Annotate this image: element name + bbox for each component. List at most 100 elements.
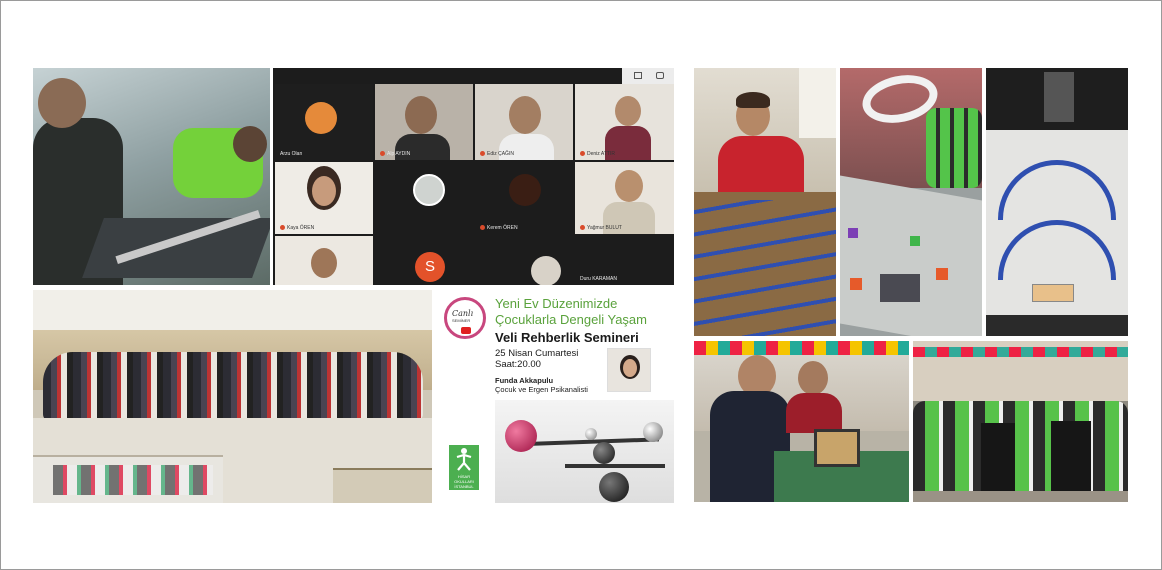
photo-mask-machine (986, 68, 1128, 336)
team-members (913, 401, 1128, 502)
robots-on-table (53, 465, 213, 495)
participant-name: Ediz ÇAĞIN (487, 151, 514, 157)
photo-competition-field (840, 68, 982, 336)
field-board (333, 468, 432, 503)
game-cube (936, 268, 948, 280)
speaker-face (623, 359, 637, 377)
lower-beam (565, 464, 665, 468)
poster-subtitle: Veli Rehberlik Semineri (495, 330, 639, 345)
silver-ball (643, 422, 663, 442)
participant-name: Duru KARAMAN (580, 276, 617, 282)
participant-face (405, 96, 437, 134)
balance-illustration (495, 400, 674, 503)
participant-name: Deniz ATTIR (587, 151, 615, 157)
game-cube (848, 228, 858, 238)
black-ball (593, 442, 615, 464)
field-floor (840, 175, 982, 336)
call-tile: Deniz ATTIR (575, 84, 674, 160)
participant-name: Yağmur BULUT (587, 225, 622, 231)
grid-icon (634, 72, 642, 79)
video-call-screenshot: Arzu Olan Alp AYDIN Ediz ÇAĞIN Deniz ATT… (273, 68, 674, 285)
participant-name: Arzu Olan (280, 151, 303, 157)
call-tile (475, 236, 573, 285)
call-tile: Kerem ÖREN (475, 162, 573, 234)
game-cube (850, 278, 862, 290)
seminar-poster: Canlı SEMİNER Yeni Ev Düzenimizde Çocukl… (435, 290, 674, 503)
photo-team-banner (913, 341, 1128, 502)
participant-face (311, 248, 337, 278)
floor (913, 491, 1128, 502)
bunting (694, 341, 909, 355)
photo-student-masks (694, 68, 836, 336)
photo-group (33, 290, 432, 503)
badge-sub: SEMİNER (452, 318, 471, 323)
participant-name: Kerem ÖREN (487, 225, 518, 231)
participant-face (312, 176, 336, 206)
participant-face (509, 96, 541, 134)
speaker-name: Funda Akkapulu (495, 376, 554, 385)
large-black-ball (599, 472, 629, 502)
person-figure-icon (456, 448, 472, 471)
call-tile: Yağmur BULUT (575, 162, 674, 234)
poster-title: Yeni Ev Düzenimizde Çocuklarla Dengeli Y… (495, 296, 647, 327)
school-logo: HİSAR OKULLARI İSTANBUL (449, 445, 479, 490)
participant-face (615, 96, 641, 126)
machine-base (986, 315, 1128, 336)
live-seminar-badge: Canlı SEMİNER (444, 297, 486, 339)
robot (814, 429, 860, 467)
cut-shield-shape (998, 220, 1116, 280)
game-cube (910, 236, 920, 246)
robot-frame (82, 218, 270, 278)
school-city: İSTANBUL (454, 484, 474, 489)
participant-avatar (531, 256, 561, 285)
participant-name: Kaya ÖREN (287, 225, 315, 231)
call-toolbar (622, 68, 674, 84)
robot (880, 274, 920, 302)
student-head (233, 126, 267, 162)
small-ball (585, 428, 597, 440)
call-tile: Ediz ÇAĞIN (475, 84, 573, 160)
call-tile: S (375, 236, 473, 285)
photo-robot-build (33, 68, 270, 285)
student-face (798, 361, 828, 395)
mic-off-icon (280, 225, 285, 231)
school-name: HİSAR OKULLARI (454, 474, 474, 484)
poster-datetime: 25 Nisan Cumartesi Saat:20.00 (495, 348, 578, 370)
student-hair (736, 92, 770, 108)
warning-label (1032, 284, 1074, 302)
photo-robot-test (694, 341, 909, 502)
poster-speaker: Funda Akkapulu Çocuk ve Ergen Psikanalis… (495, 376, 588, 394)
vex-banner (981, 423, 1015, 495)
participant-name: Alp AYDIN (387, 151, 411, 157)
call-tile: Arzu Olan (275, 84, 373, 160)
bunting (913, 347, 1128, 357)
speaker-photo (607, 348, 651, 392)
mic-off-icon (580, 151, 585, 157)
students-green (926, 108, 982, 188)
cut-shield-shape (998, 160, 1116, 220)
student-red-hoodie (718, 136, 804, 194)
crowd (43, 352, 423, 422)
call-tile: Kaya ÖREN (275, 162, 373, 234)
vex-banner (1051, 421, 1091, 495)
face-shield-bands (694, 200, 836, 336)
participant-face (615, 170, 643, 202)
mic-off-icon (480, 225, 485, 231)
participant-avatar (305, 102, 337, 134)
call-tile: Alp AYDIN (375, 84, 473, 160)
cutting-bed (986, 130, 1128, 315)
badge-word: Canlı (452, 309, 474, 318)
mic-off-icon (580, 225, 585, 231)
machine-head (1044, 72, 1074, 122)
call-tile: Duru KARAMAN (575, 236, 674, 285)
participant-avatar (509, 174, 541, 206)
participant-avatar (413, 174, 445, 206)
ceiling (33, 290, 432, 330)
mic-off-icon (480, 151, 485, 157)
poster-time: Saat:20.00 (495, 359, 541, 370)
mic-off-icon (380, 151, 385, 157)
call-tile (375, 162, 473, 234)
poster-date: 25 Nisan Cumartesi (495, 348, 579, 359)
youtube-icon (461, 327, 471, 334)
layout-icon (656, 72, 664, 79)
